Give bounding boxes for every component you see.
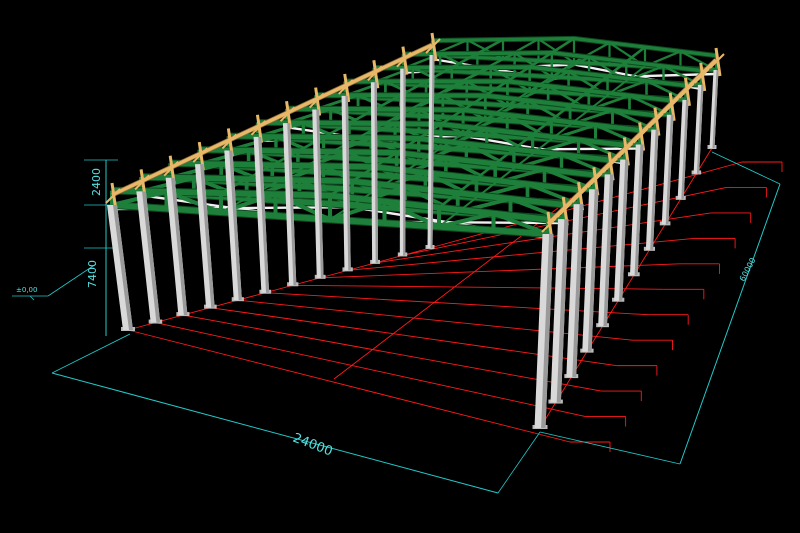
cad-viewport[interactable]: 24000 2400 7400 ±0,00 60000	[0, 0, 800, 533]
dimension-truss-height-label: 2400	[90, 168, 103, 196]
dimension-column-height-label: 7400	[86, 260, 99, 288]
column-shade	[403, 68, 406, 256]
dimension-base-level-label: ±0,00	[16, 286, 37, 294]
